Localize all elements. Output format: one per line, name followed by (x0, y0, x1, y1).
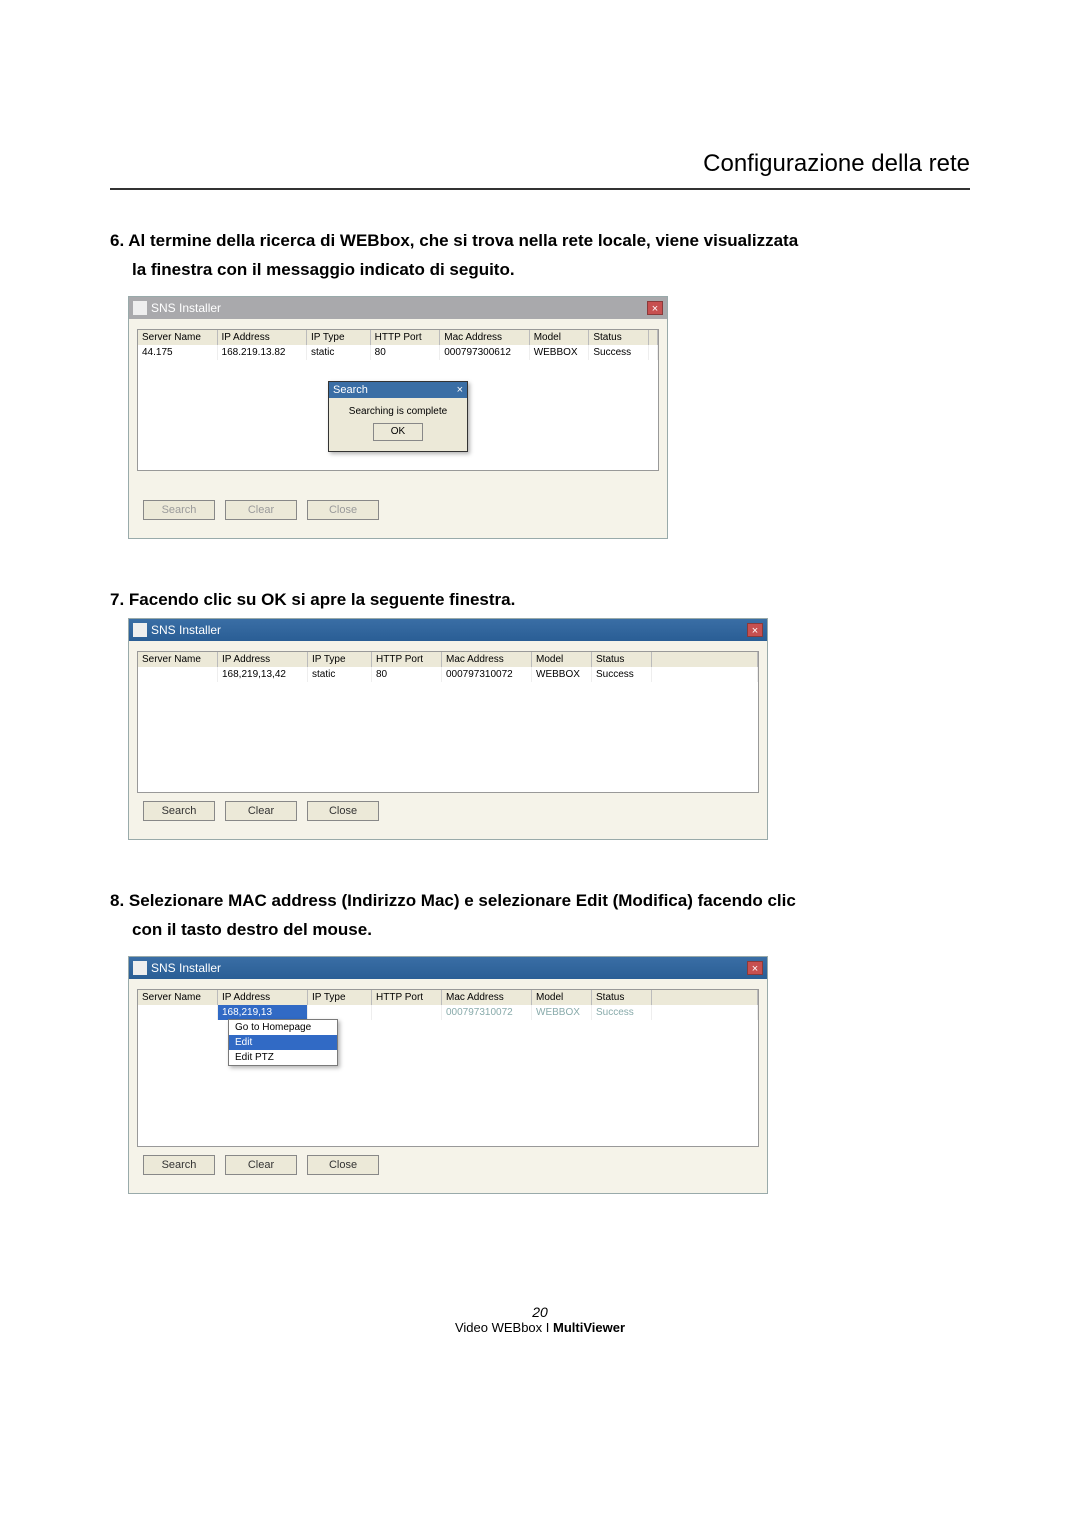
cell-server-name (138, 667, 218, 682)
th-server-name[interactable]: Server Name (138, 990, 218, 1005)
dialog-close-icon[interactable]: × (457, 384, 463, 396)
th-ip-type[interactable]: IP Type (308, 652, 372, 667)
th-mac-address[interactable]: Mac Address (442, 990, 532, 1005)
footer-prefix: Video WEBbox I (455, 1320, 553, 1335)
app-icon (133, 961, 147, 975)
cell-http-port (372, 1005, 442, 1020)
th-ip-type[interactable]: IP Type (308, 990, 372, 1005)
step-8-line1: 8. Selezionare MAC address (Indirizzo Ma… (110, 890, 970, 913)
step-6-line1: 6. Al termine della ricerca di WEBbox, c… (110, 230, 970, 253)
th-mac-address[interactable]: Mac Address (440, 330, 529, 345)
page-number: 20 (110, 1304, 970, 1320)
close-icon[interactable]: × (747, 961, 763, 975)
close-icon[interactable]: × (747, 623, 763, 637)
th-ip-address[interactable]: IP Address (218, 990, 308, 1005)
step-8-line2: con il tasto destro del mouse. (132, 919, 970, 942)
search-button[interactable]: Search (143, 1155, 215, 1175)
table-row[interactable]: 168,219,13,42 static 80 000797310072 WEB… (138, 667, 758, 682)
close-button[interactable]: Close (307, 801, 379, 821)
search-button[interactable]: Search (143, 801, 215, 821)
window-title: SNS Installer (151, 623, 221, 637)
cell-ip-type: static (308, 667, 372, 682)
cell-status: Success (592, 667, 652, 682)
table-row[interactable]: 44.175 168.219.13.82 static 80 000797300… (138, 345, 658, 360)
th-model[interactable]: Model (532, 990, 592, 1005)
search-complete-dialog: Search × Searching is complete OK (328, 381, 468, 452)
cell-mac-address: 000797310072 (442, 667, 532, 682)
results-table: Server Name IP Address IP Type HTTP Port… (137, 651, 759, 793)
clear-button[interactable]: Clear (225, 801, 297, 821)
window-titlebar: SNS Installer × (129, 297, 667, 319)
th-status[interactable]: Status (592, 990, 652, 1005)
results-table: Server Name IP Address IP Type HTTP Port… (137, 989, 759, 1147)
th-status[interactable]: Status (592, 652, 652, 667)
page-title: Configurazione della rete (110, 150, 970, 178)
ok-button[interactable]: OK (373, 423, 423, 441)
dialog-title: Search (333, 384, 368, 396)
cell-model: WEBBOX (532, 1005, 592, 1020)
th-ip-address[interactable]: IP Address (218, 652, 308, 667)
menu-edit-ptz[interactable]: Edit PTZ (229, 1050, 337, 1065)
window-title: SNS Installer (151, 961, 221, 975)
clear-button[interactable]: Clear (225, 1155, 297, 1175)
cell-mac-address: 000797310072 (442, 1005, 532, 1020)
window-titlebar: SNS Installer × (129, 957, 767, 979)
screenshot-1: SNS Installer × Server Name IP Address I… (128, 296, 668, 539)
cell-status: Success (589, 345, 649, 360)
th-server-name[interactable]: Server Name (138, 652, 218, 667)
th-ip-type[interactable]: IP Type (307, 330, 371, 345)
cell-model: WEBBOX (532, 667, 592, 682)
footer-bold: MultiViewer (553, 1320, 625, 1335)
th-status[interactable]: Status (589, 330, 649, 345)
step-6-line2: la finestra con il messaggio indicato di… (132, 259, 970, 282)
step-7: 7. Facendo clic su OK si apre la seguent… (110, 589, 970, 612)
th-http-port[interactable]: HTTP Port (372, 652, 442, 667)
window-title: SNS Installer (151, 301, 221, 315)
menu-edit[interactable]: Edit (229, 1035, 337, 1050)
th-mac-address[interactable]: Mac Address (442, 652, 532, 667)
cell-http-port: 80 (372, 667, 442, 682)
table-row[interactable]: 168,219,13 000797310072 WEBBOX Success (138, 1005, 758, 1020)
window-titlebar: SNS Installer × (129, 619, 767, 641)
close-icon[interactable]: × (647, 301, 663, 315)
cell-ip-type: static (307, 345, 371, 360)
th-http-port[interactable]: HTTP Port (372, 990, 442, 1005)
th-model[interactable]: Model (530, 330, 590, 345)
th-ip-address[interactable]: IP Address (218, 330, 307, 345)
cell-ip-address: 168.219.13.82 (218, 345, 307, 360)
context-menu: Go to Homepage Edit Edit PTZ (228, 1019, 338, 1066)
cell-model: WEBBOX (530, 345, 590, 360)
cell-ip-address: 168,219,13 (218, 1005, 308, 1020)
close-button[interactable]: Close (307, 1155, 379, 1175)
cell-ip-type (308, 1005, 372, 1020)
app-icon (133, 301, 147, 315)
cell-server-name (138, 1005, 218, 1020)
cell-server-name: 44.175 (138, 345, 218, 360)
divider (110, 188, 970, 190)
screenshot-3: SNS Installer × Server Name IP Address I… (128, 956, 768, 1194)
cell-mac-address: 000797300612 (440, 345, 529, 360)
screenshot-2: SNS Installer × Server Name IP Address I… (128, 618, 768, 840)
cell-http-port: 80 (371, 345, 441, 360)
cell-ip-address: 168,219,13,42 (218, 667, 308, 682)
clear-button: Clear (225, 500, 297, 520)
search-button: Search (143, 500, 215, 520)
dialog-text: Searching is complete (337, 406, 459, 417)
menu-go-to-homepage[interactable]: Go to Homepage (229, 1020, 337, 1035)
th-server-name[interactable]: Server Name (138, 330, 218, 345)
page-footer: 20 Video WEBbox I MultiViewer (110, 1304, 970, 1335)
cell-status: Success (592, 1005, 652, 1020)
close-button: Close (307, 500, 379, 520)
th-http-port[interactable]: HTTP Port (371, 330, 441, 345)
app-icon (133, 623, 147, 637)
th-model[interactable]: Model (532, 652, 592, 667)
